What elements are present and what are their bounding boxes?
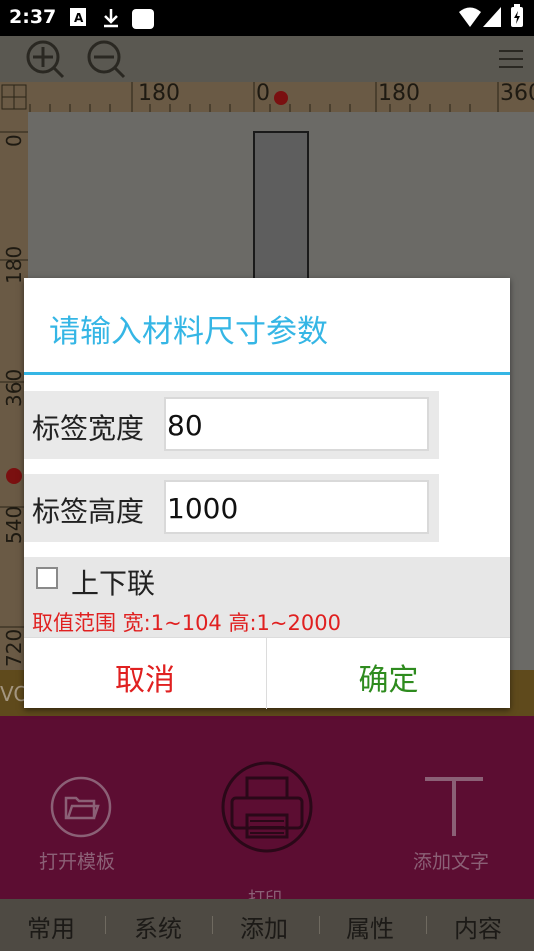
dialog-title-divider — [24, 372, 510, 375]
linked-checkbox[interactable] — [36, 567, 58, 589]
height-label: 标签高度 — [32, 495, 145, 528]
ruler-label-v-180: 180 — [2, 245, 26, 284]
cell-signal-icon — [482, 6, 502, 32]
linked-option-row: 上下联 取值范围 宽:1~104 高:1~2000 — [24, 557, 510, 637]
battery-icon — [510, 4, 524, 32]
nav-tab-system[interactable]: 系统 — [134, 909, 182, 944]
ok-button-label: 确定 — [358, 663, 419, 698]
svg-text:A: A — [74, 11, 84, 25]
wifi-icon — [458, 6, 482, 32]
width-input[interactable]: 80 — [164, 397, 429, 451]
top-toolbar — [0, 36, 534, 82]
height-field-row: 标签高度 1000 — [24, 474, 439, 542]
add-text-icon[interactable] — [423, 776, 485, 842]
cancel-button[interactable]: 取消 — [24, 638, 266, 709]
label-material-preview — [253, 131, 309, 281]
nav-separator — [105, 916, 106, 934]
nav-tab-content[interactable]: 内容 — [454, 909, 502, 944]
nav-tab-common[interactable]: 常用 — [27, 909, 75, 944]
ruler-label-v-360: 360 — [2, 368, 26, 407]
print-icon[interactable] — [220, 760, 314, 858]
notification-app-icon: A — [70, 8, 86, 30]
ruler-label-h-360: 360 — [500, 81, 534, 106]
nav-tab-add[interactable]: 添加 — [240, 909, 288, 944]
range-hint: 取值范围 宽:1~104 高:1~2000 — [32, 611, 341, 635]
open-template-icon[interactable] — [50, 776, 112, 842]
ok-button[interactable]: 确定 — [267, 638, 510, 709]
width-label: 标签宽度 — [32, 412, 145, 445]
open-template-label[interactable]: 打开模板 — [39, 847, 115, 874]
zoom-out-icon[interactable] — [86, 39, 126, 83]
dialog-button-row: 取消 确定 — [24, 637, 510, 709]
nav-tab-properties[interactable]: 属性 — [346, 909, 394, 944]
ruler-label-h-180: 180 — [378, 81, 420, 106]
ruler-label-v-720: 720 — [2, 628, 26, 667]
ruler-label-h-0: 0 — [256, 81, 270, 106]
print-label[interactable]: 打印 — [248, 887, 282, 899]
height-input[interactable]: 1000 — [164, 480, 429, 534]
material-size-dialog: 请输入材料尺寸参数 标签宽度 80 标签高度 1000 上下联 取值范围 宽:1… — [24, 278, 510, 709]
notification-square-icon — [131, 8, 155, 34]
ruler-label-v-0: 0 — [2, 134, 26, 147]
download-icon — [102, 8, 120, 32]
nav-separator — [319, 916, 320, 934]
bottom-tool-panel: 打开模板 打印 添加文字 — [0, 716, 534, 899]
cancel-button-label: 取消 — [115, 663, 175, 698]
horizontal-ruler: 180 0 180 360 — [0, 81, 534, 112]
zoom-in-icon[interactable] — [25, 39, 65, 83]
menu-icon[interactable] — [497, 48, 525, 74]
add-text-label[interactable]: 添加文字 — [413, 847, 489, 874]
nav-separator — [212, 916, 213, 934]
nav-separator — [426, 916, 427, 934]
ruler-label-v-540: 540 — [2, 505, 26, 544]
status-time: 2:37 — [9, 6, 57, 28]
ruler-label-h-neg180: 180 — [138, 81, 180, 106]
status-bar: 2:37 A — [0, 0, 534, 36]
width-field-row: 标签宽度 80 — [24, 391, 439, 459]
linked-label[interactable]: 上下联 — [71, 562, 155, 602]
dialog-title: 请输入材料尺寸参数 — [49, 314, 328, 350]
